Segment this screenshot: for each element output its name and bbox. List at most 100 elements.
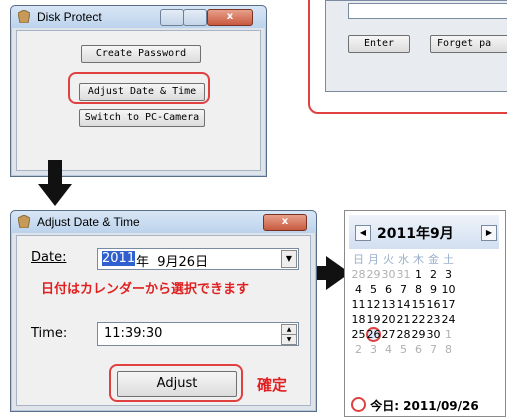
day-cell[interactable]: 6 <box>381 282 396 297</box>
calendar-note: 日付はカレンダーから選択できます <box>41 282 250 297</box>
adjust-close-button[interactable]: x <box>263 214 307 231</box>
day-cell[interactable]: 4 <box>381 342 396 357</box>
day-cell[interactable]: 16 <box>426 297 441 312</box>
day-cell[interactable]: 27 <box>381 327 396 342</box>
prev-month-button[interactable]: ◀ <box>355 225 371 241</box>
day-cell[interactable]: 29 <box>366 267 381 282</box>
week-row: 25 26 27 28 29 30 1 <box>351 327 456 342</box>
day-cell[interactable]: 25 <box>351 327 366 342</box>
day-cell[interactable]: 10 <box>441 282 456 297</box>
day-cell[interactable]: 2 <box>426 267 441 282</box>
day-cell[interactable]: 11 <box>351 297 366 312</box>
day-cell[interactable]: 29 <box>411 327 426 342</box>
day-cell[interactable]: 30 <box>381 267 396 282</box>
weekday-thu: 木 <box>413 253 424 266</box>
day-cell[interactable]: 17 <box>441 297 456 312</box>
window-title: Disk Protect <box>37 10 102 24</box>
today-link[interactable]: 今日: 2011/09/26 <box>351 397 479 414</box>
time-stepper[interactable]: 11:39:30 ▲ ▼ <box>97 322 299 346</box>
minimize-button[interactable] <box>160 9 184 26</box>
day-cell[interactable]: 8 <box>441 342 456 357</box>
calendar-popup: ◀ 2011年9月 ▶ 日 月 火 水 木 金 土 28 29 30 31 1 2 3 45… <box>344 210 506 417</box>
today-label: 今日: 2011/09/26 <box>370 399 479 413</box>
day-cell[interactable]: 22 <box>411 312 426 327</box>
day-cell[interactable]: 3 <box>441 267 456 282</box>
calendar-header: ◀ 2011年9月 ▶ <box>349 215 499 249</box>
day-cell[interactable]: 13 <box>381 297 396 312</box>
day-cell[interactable]: 24 <box>441 312 456 327</box>
maximize-button[interactable] <box>183 9 207 26</box>
date-rest: 年 9月26日 <box>136 255 209 270</box>
week-row: 11 12 13 14 15 16 17 <box>351 297 456 312</box>
week-row: 2345678 <box>351 342 456 357</box>
day-cell[interactable]: 6 <box>411 342 426 357</box>
day-cell[interactable]: 20 <box>381 312 396 327</box>
week-row: 18 19 20 21 22 23 24 <box>351 312 456 327</box>
day-cell[interactable]: 15 <box>411 297 426 312</box>
disk-protect-titlebar[interactable]: Disk Protect x <box>11 6 266 28</box>
next-month-button[interactable]: ▶ <box>481 225 497 241</box>
day-cell[interactable]: 21 <box>396 312 411 327</box>
close-button[interactable]: x <box>207 9 253 26</box>
day-cell[interactable]: 12 <box>366 297 381 312</box>
password-input[interactable] <box>348 3 507 19</box>
weekday-sat: 土 <box>443 253 454 266</box>
adjust-client: Date: 2011 年 9月26日 ▼ 日付はカレンダーから選択できます Ti… <box>16 235 311 406</box>
weekday-row: 日 月 火 水 木 金 土 <box>351 251 456 267</box>
day-cell[interactable]: 4 <box>351 282 366 297</box>
weekday-sun: 日 <box>353 253 364 266</box>
switch-camera-label: Switch to PC-Camera <box>84 112 200 123</box>
day-cell[interactable]: 28 <box>351 267 366 282</box>
forget-password-label: Forget pa <box>437 38 492 49</box>
spin-down-button[interactable]: ▼ <box>281 334 297 345</box>
day-cell[interactable]: 2 <box>351 342 366 357</box>
day-cell[interactable]: 5 <box>366 282 381 297</box>
day-cell[interactable]: 5 <box>396 342 411 357</box>
day-cell[interactable]: 8 <box>411 282 426 297</box>
day-cell[interactable]: 31 <box>396 267 411 282</box>
day-cell[interactable]: 28 <box>396 327 411 342</box>
disk-protect-app-icon <box>18 10 30 23</box>
highlight-adjust-button <box>68 72 210 104</box>
adjust-app-icon <box>18 215 30 228</box>
week-row: 28 29 30 31 1 2 3 <box>351 267 456 282</box>
create-password-button[interactable]: Create Password <box>81 45 201 63</box>
enter-button[interactable]: Enter <box>348 35 410 53</box>
weekday-fri: 金 <box>428 253 439 266</box>
month-label: 2011年9月 <box>377 226 454 242</box>
calendar-grid: 日 月 火 水 木 金 土 28 29 30 31 1 2 3 4 5 6 7 8 9 10 11 12 1… <box>351 251 456 357</box>
adjust-titlebar[interactable]: Adjust Date & Time x <box>11 211 316 233</box>
day-cell[interactable]: 1 <box>441 327 456 342</box>
day-cell[interactable]: 19 <box>366 312 381 327</box>
down-arrow-icon <box>38 160 72 206</box>
enter-label: Enter <box>363 38 395 49</box>
date-picker[interactable]: 2011 年 9月26日 ▼ <box>97 248 299 270</box>
weekday-mon: 月 <box>368 253 379 266</box>
day-cell[interactable]: 9 <box>426 282 441 297</box>
day-cell[interactable]: 1 <box>411 267 426 282</box>
create-password-label: Create Password <box>95 48 187 59</box>
password-dialog: Enter Forget pa <box>325 0 507 92</box>
day-cell[interactable]: 23 <box>426 312 441 327</box>
day-cell[interactable]: 7 <box>426 342 441 357</box>
day-cell[interactable]: 7 <box>396 282 411 297</box>
day-cell[interactable]: 3 <box>366 342 381 357</box>
weekday-wed: 水 <box>398 253 409 266</box>
switch-camera-button[interactable]: Switch to PC-Camera <box>79 109 205 127</box>
week-row: 4 5 6 7 8 9 10 <box>351 282 456 297</box>
day-cell-selected[interactable]: 26 <box>366 327 381 342</box>
day-cell[interactable]: 18 <box>351 312 366 327</box>
date-label: Date: <box>31 250 67 265</box>
highlight-adjust-confirm <box>109 364 243 402</box>
weekday-tue: 火 <box>383 253 394 266</box>
adjust-date-time-window: Adjust Date & Time x Date: 2011 年 9月26日 … <box>10 210 317 412</box>
time-value: 11:39:30 <box>104 326 163 341</box>
adjust-window-title: Adjust Date & Time <box>37 215 140 229</box>
day-cell[interactable]: 14 <box>396 297 411 312</box>
forget-password-button[interactable]: Forget pa <box>430 35 507 53</box>
date-year: 2011 <box>102 251 136 266</box>
today-circle-icon <box>351 397 366 412</box>
time-label: Time: <box>31 326 68 341</box>
day-cell[interactable]: 30 <box>426 327 441 342</box>
dropdown-button[interactable]: ▼ <box>281 250 297 268</box>
